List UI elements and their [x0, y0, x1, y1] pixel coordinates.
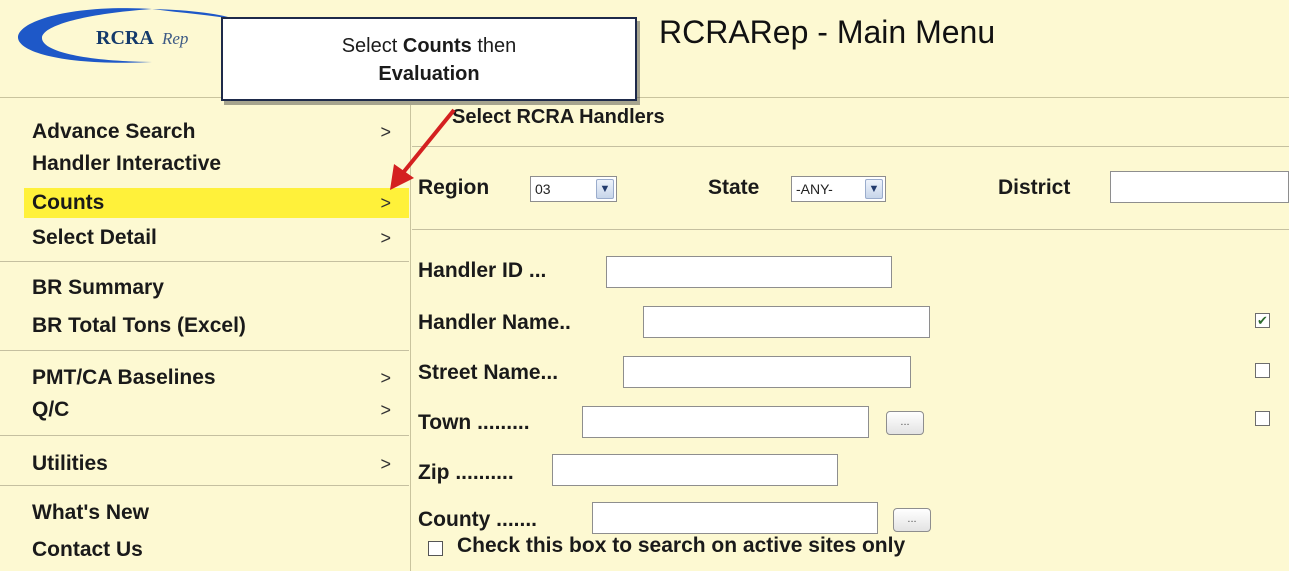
callout-prefix: Select [341, 35, 398, 57]
sidebar-divider [0, 435, 409, 436]
sidebar-item-label: Counts [32, 191, 105, 214]
handler-id-label: Handler ID ... [418, 259, 547, 282]
town-input[interactable] [582, 406, 869, 438]
logo-text: RCRA [96, 27, 154, 49]
sidebar-item-label: Handler Interactive [32, 152, 222, 175]
county-label: County ....... [418, 508, 537, 531]
handler-name-checkbox[interactable]: ✔ [1255, 313, 1270, 328]
dropdown-arrow-icon: ▼ [865, 179, 883, 199]
sidebar-item-select-detail[interactable]: Select Detail > [24, 223, 409, 253]
sidebar-divider [0, 261, 409, 262]
active-sites-label: Check this box to search on active sites… [457, 534, 906, 557]
checkmark-icon: ✔ [1257, 313, 1268, 328]
callout-bold-evaluation: Evaluation [378, 63, 480, 85]
sidebar-item-label: Select Detail [32, 226, 157, 249]
app-header: RCRA Rep RCRARep - Main Menu [0, 0, 1289, 98]
sidebar-item-label: Contact Us [32, 538, 143, 561]
sidebar-item-qc[interactable]: Q/C > [24, 395, 409, 425]
sidebar-item-br-total-tons[interactable]: BR Total Tons (Excel) [24, 311, 409, 341]
sidebar-item-label: PMT/CA Baselines [32, 366, 216, 389]
sidebar-item-utilities[interactable]: Utilities > [24, 449, 409, 479]
county-input[interactable] [592, 502, 878, 534]
section-title: Select RCRA Handlers [452, 106, 665, 128]
chevron-right-icon: > [380, 228, 391, 248]
street-name-label: Street Name... [418, 361, 559, 384]
region-select-value: 03 [535, 181, 551, 197]
sidebar-item-whats-new[interactable]: What's New [24, 498, 409, 528]
sidebar-item-br-summary[interactable]: BR Summary [24, 273, 409, 303]
state-select-value: -ANY- [796, 181, 833, 197]
handler-id-input[interactable] [606, 256, 892, 288]
sidebar-item-handler-interactive[interactable]: Handler Interactive [24, 149, 409, 179]
district-label: District [998, 176, 1071, 199]
sidebar-item-label: What's New [32, 501, 150, 524]
logo-subtext: Rep [162, 29, 189, 48]
page-title: RCRARep - Main Menu [659, 14, 996, 50]
sidebar-divider [0, 485, 409, 486]
section-divider [412, 229, 1289, 230]
handler-name-input[interactable] [643, 306, 930, 338]
chevron-right-icon: > [380, 454, 391, 474]
state-label: State [708, 176, 760, 199]
chevron-right-icon: > [380, 368, 391, 388]
instruction-callout: Select Counts then Evaluation [221, 17, 637, 101]
sidebar-item-label: BR Total Tons (Excel) [32, 314, 246, 337]
sidebar-item-label: Q/C [32, 398, 70, 421]
street-name-checkbox[interactable] [1255, 363, 1270, 378]
search-panel: Select RCRA Handlers Region 03 ▼ State -… [412, 98, 1289, 571]
sidebar-item-label: Utilities [32, 452, 108, 475]
state-select[interactable]: -ANY- ▼ [791, 176, 886, 202]
town-label: Town ......... [418, 411, 530, 434]
town-checkbox[interactable] [1255, 411, 1270, 426]
sidebar-item-advance-search[interactable]: Advance Search > [24, 117, 409, 147]
county-lookup-button[interactable]: ... [893, 508, 931, 532]
chevron-right-icon: > [380, 400, 391, 420]
zip-input[interactable] [552, 454, 838, 486]
town-lookup-button[interactable]: ... [886, 411, 924, 435]
sidebar-divider [0, 350, 409, 351]
pointer-arrow-icon [390, 108, 456, 190]
region-select[interactable]: 03 ▼ [530, 176, 617, 202]
callout-middle: then [477, 35, 517, 57]
zip-label: Zip .......... [418, 461, 514, 484]
sidebar-item-pmt-ca-baselines[interactable]: PMT/CA Baselines > [24, 363, 409, 393]
street-name-input[interactable] [623, 356, 911, 388]
active-sites-checkbox[interactable] [428, 541, 443, 556]
sidebar-item-label: BR Summary [32, 276, 164, 299]
sidebar-item-contact-us[interactable]: Contact Us [24, 535, 409, 565]
section-divider [412, 146, 1289, 147]
sidebar-item-counts[interactable]: Counts > [24, 188, 409, 218]
callout-bold-counts: Counts [402, 35, 472, 57]
handler-name-label: Handler Name.. [418, 311, 571, 334]
sidebar-item-label: Advance Search [32, 120, 196, 143]
district-input[interactable] [1110, 171, 1289, 203]
sidebar-nav: Advance Search > Handler Interactive Cou… [0, 105, 411, 571]
rcra-logo[interactable]: RCRA Rep [12, 6, 242, 68]
dropdown-arrow-icon: ▼ [596, 179, 614, 199]
